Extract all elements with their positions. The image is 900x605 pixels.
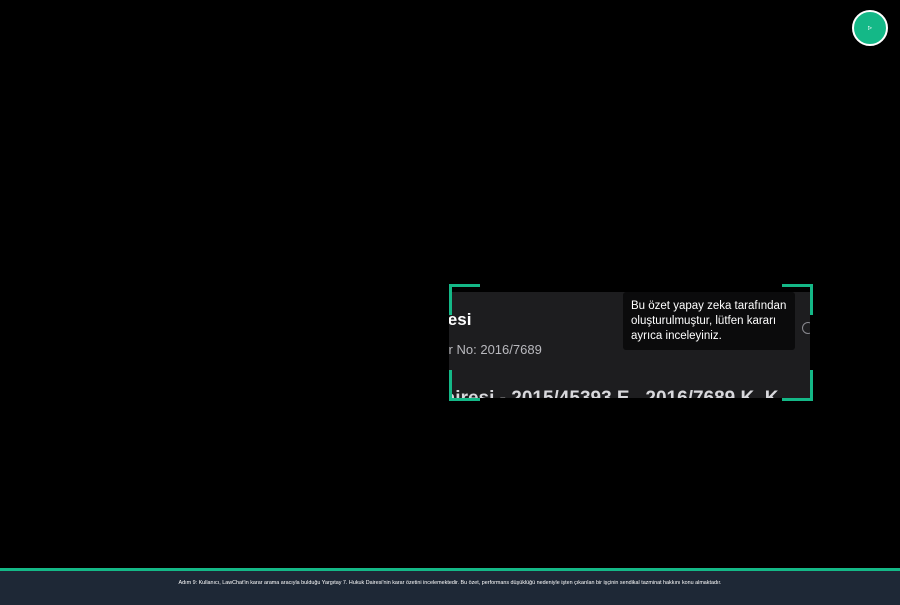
play-button[interactable]: ▹: [852, 10, 888, 46]
case-reference: Dairesi - 2015/45393 E , 2016/7689 K. K: [449, 388, 779, 398]
info-icon[interactable]: [802, 322, 810, 334]
play-icon: ▹: [867, 23, 872, 32]
ai-summary-tooltip: Bu özet yapay zeka tarafından oluşturulm…: [623, 292, 795, 350]
court-title: airesi: [449, 310, 472, 329]
zoom-highlight: airesi rar No: 2016/7689 Dairesi - 2015/…: [449, 284, 810, 398]
screen: ▹ airesi rar No: 2016/7689 Dairesi - 201…: [0, 0, 900, 605]
decision-summary-panel: airesi rar No: 2016/7689 Dairesi - 2015/…: [449, 292, 810, 398]
caption-bar: Adım 9: Kullanıcı, LawChat'in karar aram…: [0, 568, 900, 605]
decision-number: rar No: 2016/7689: [449, 342, 542, 357]
step-caption: Adım 9: Kullanıcı, LawChat'in karar aram…: [178, 580, 722, 586]
